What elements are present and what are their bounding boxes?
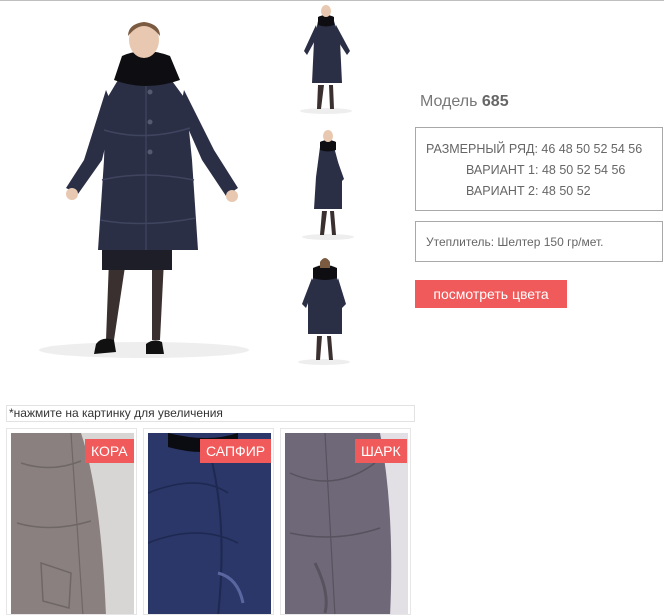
swatch-shark[interactable]: ШАРК	[280, 428, 411, 615]
swatch-label: ШАРК	[355, 439, 407, 463]
insulation-text: Утеплитель: Шелтер 150 гр/мет.	[426, 235, 604, 249]
model-title: Модель 685	[420, 93, 509, 111]
view-colors-button[interactable]: посмотреть цвета	[415, 280, 567, 308]
zoom-hint: *нажмите на картинку для увеличения	[6, 405, 415, 422]
insulation-box: Утеплитель: Шелтер 150 гр/мет.	[415, 221, 663, 262]
size-variant-2: ВАРИАНТ 2: 48 50 52	[466, 184, 591, 198]
swatch-kora[interactable]: КОРА	[6, 428, 137, 615]
model-number: 685	[481, 93, 509, 110]
main-product-photo[interactable]	[14, 10, 272, 362]
swatch-label: КОРА	[85, 439, 134, 463]
swatch-sapfir[interactable]: САПФИР	[143, 428, 274, 615]
model-label: Модель	[420, 93, 478, 110]
thumbnail-back[interactable]	[284, 252, 364, 366]
swatch-label: САПФИР	[200, 439, 272, 463]
thumbnail-front[interactable]	[284, 1, 364, 115]
sizes-box: РАЗМЕРНЫЙ РЯД: 46 48 50 52 54 56 ВАРИАНТ…	[415, 127, 663, 211]
thumbnail-side[interactable]	[284, 127, 364, 241]
size-variant-1: ВАРИАНТ 1: 48 50 52 54 56	[466, 163, 626, 177]
size-range: РАЗМЕРНЫЙ РЯД: 46 48 50 52 54 56	[426, 142, 643, 156]
